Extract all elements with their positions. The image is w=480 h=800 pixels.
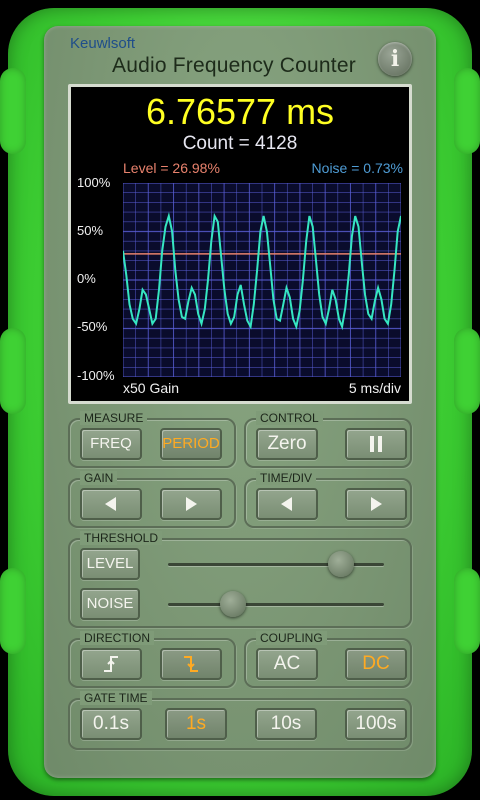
brand-logo: Keuwlsoft: [70, 35, 136, 52]
count-readout: Count = 4128: [182, 133, 298, 154]
gain-label: GAIN: [80, 471, 118, 485]
triangle-left-icon: [281, 497, 292, 511]
case-grip: [454, 68, 480, 154]
level-readout: Level = 26.98%: [123, 160, 220, 176]
y-tick-label: 0%: [77, 271, 96, 286]
info-icon: i: [390, 46, 400, 72]
triangle-right-icon: [186, 497, 197, 511]
measurement-reading: 6.76577 ms: [145, 91, 335, 132]
y-tick-label: -50%: [77, 319, 108, 334]
y-tick-label: 100%: [77, 175, 111, 190]
pause-button[interactable]: [345, 428, 407, 460]
coupling-label: COUPLING: [256, 631, 327, 645]
falling-edge-button[interactable]: [160, 648, 222, 680]
dc-coupling-button[interactable]: DC: [345, 648, 407, 680]
timediv-label: TIME/DIV: [256, 471, 317, 485]
gain-increase-button[interactable]: [160, 488, 222, 520]
falling-edge-icon: [184, 656, 198, 672]
case-grip: [454, 568, 480, 654]
noise-button[interactable]: NOISE: [80, 588, 140, 620]
waveform-plot: [123, 183, 401, 377]
triangle-left-icon: [105, 497, 116, 511]
triangle-right-icon: [371, 497, 382, 511]
threshold-label: THRESHOLD: [80, 531, 163, 545]
gate-100s-button[interactable]: 100s: [345, 708, 407, 740]
timediv-increase-button[interactable]: [345, 488, 407, 520]
y-tick-label: -100%: [77, 368, 115, 383]
rising-edge-icon: [104, 656, 118, 672]
case-grip: [0, 568, 26, 654]
y-tick-label: 50%: [77, 223, 104, 238]
info-button[interactable]: i: [378, 42, 412, 76]
gate-time-label: GATE TIME: [80, 691, 152, 705]
timediv-decrease-button[interactable]: [256, 488, 318, 520]
gain-readout: x50 Gain: [123, 380, 180, 396]
gate-10s-button[interactable]: 10s: [255, 708, 317, 740]
level-slider-handle[interactable]: [327, 551, 354, 577]
direction-label: DIRECTION: [80, 631, 154, 645]
case-grip: [0, 68, 26, 154]
case-grip: [454, 328, 480, 414]
app-title: Audio Frequency Counter: [112, 54, 356, 77]
ac-coupling-button[interactable]: AC: [256, 648, 318, 680]
pause-icon: [370, 436, 382, 452]
noise-slider-track[interactable]: [168, 603, 384, 606]
freq-button[interactable]: FREQ: [80, 428, 142, 460]
zero-button[interactable]: Zero: [256, 428, 318, 460]
gate-0-1s-button[interactable]: 0.1s: [80, 708, 142, 740]
gate-1s-button[interactable]: 1s: [165, 708, 227, 740]
timebase-readout: 5 ms/div: [348, 380, 401, 396]
level-button[interactable]: LEVEL: [80, 548, 140, 580]
measure-label: MEASURE: [80, 411, 148, 425]
case-grip: [0, 328, 26, 414]
oscilloscope-display: 6.76577 ms Count = 4128 Level = 26.98% N…: [68, 84, 412, 404]
rising-edge-button[interactable]: [80, 648, 142, 680]
noise-slider-handle[interactable]: [219, 591, 246, 617]
period-button[interactable]: PERIOD: [160, 428, 222, 460]
control-label: CONTROL: [256, 411, 323, 425]
gain-decrease-button[interactable]: [80, 488, 142, 520]
noise-readout: Noise = 0.73%: [311, 160, 403, 176]
